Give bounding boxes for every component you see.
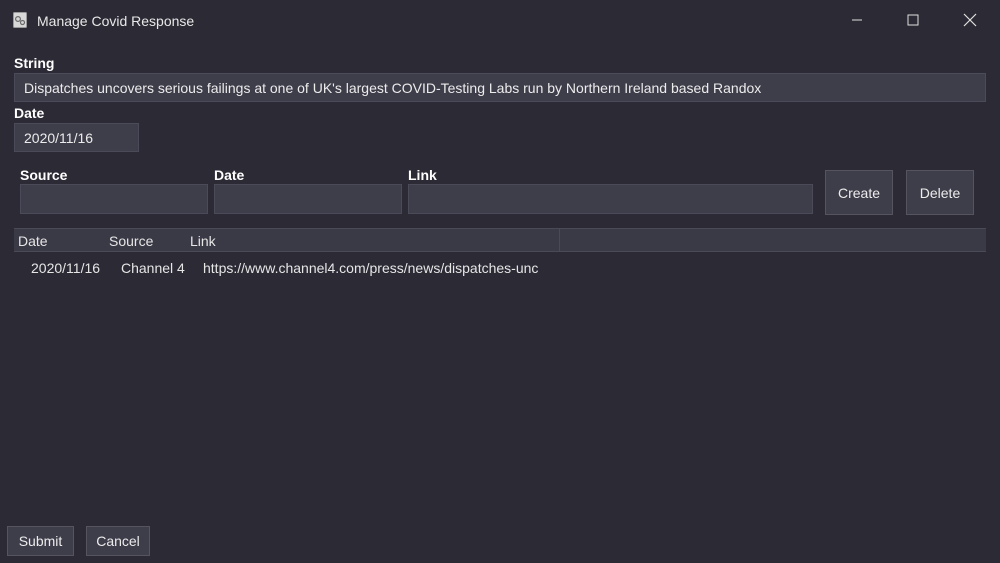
create-button[interactable]: Create xyxy=(825,170,893,215)
app-icon xyxy=(13,12,27,28)
link-label: Link xyxy=(408,167,437,183)
row-date: 2020/11/16 xyxy=(31,260,101,276)
row-source: Channel 4 xyxy=(121,260,185,276)
minimize-button[interactable] xyxy=(834,4,880,36)
maximize-button[interactable] xyxy=(890,4,936,36)
date-label: Date xyxy=(14,105,45,121)
title-bar: Manage Covid Response xyxy=(0,0,1000,40)
column-header-link[interactable]: Link xyxy=(190,233,216,249)
window-title: Manage Covid Response xyxy=(37,13,195,29)
column-header-date[interactable]: Date xyxy=(18,233,48,249)
link-input[interactable] xyxy=(408,184,813,214)
delete-button[interactable]: Delete xyxy=(906,170,974,215)
close-icon xyxy=(963,13,977,27)
column-header-source[interactable]: Source xyxy=(109,233,153,249)
minimize-icon xyxy=(852,19,862,21)
table-header: Date Source Link xyxy=(14,228,986,252)
cancel-button[interactable]: Cancel xyxy=(86,526,150,556)
maximize-icon xyxy=(907,14,919,26)
string-label: String xyxy=(14,55,55,71)
close-button[interactable] xyxy=(947,4,993,36)
string-field[interactable]: Dispatches uncovers serious failings at … xyxy=(14,73,986,102)
source-label: Source xyxy=(20,167,68,183)
column-divider[interactable] xyxy=(559,229,560,251)
source-date-input[interactable] xyxy=(214,184,402,214)
submit-button[interactable]: Submit xyxy=(7,526,74,556)
row-link: https://www.channel4.com/press/news/disp… xyxy=(203,260,539,276)
table-row[interactable]: 2020/11/16 Channel 4 https://www.channel… xyxy=(14,256,574,280)
source-date-label: Date xyxy=(214,167,245,183)
source-input[interactable] xyxy=(20,184,208,214)
date-field[interactable]: 2020/11/16 xyxy=(14,123,139,152)
